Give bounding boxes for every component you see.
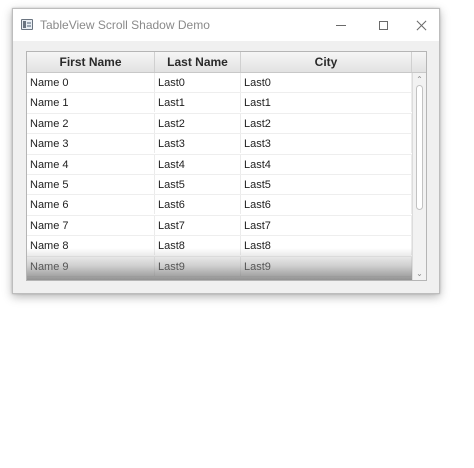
cell-last-name: Last8: [155, 236, 241, 256]
table-row[interactable]: Name 6 Last6 Last6: [27, 195, 412, 216]
table-row[interactable]: Name 2 Last2 Last2: [27, 113, 412, 135]
cell-city: Last6: [241, 195, 412, 215]
minimize-button[interactable]: [319, 9, 363, 41]
table-view[interactable]: First Name Last Name City Name 0 Last0 L…: [26, 51, 427, 281]
close-button[interactable]: [399, 9, 443, 41]
cell-city: Last1: [241, 93, 412, 113]
cell-first-name: Name 1: [27, 93, 155, 113]
cell-last-name: Last6: [155, 195, 241, 215]
cell-first-name: Name 4: [27, 154, 155, 174]
cell-first-name: Name 9: [27, 256, 155, 276]
cell-city: Last7: [241, 215, 412, 235]
cell-city: Last5: [241, 174, 412, 194]
table-row[interactable]: Name 8 Last8 Last8: [27, 236, 412, 257]
table-row[interactable]: Name 9 Last9 Last9: [27, 256, 412, 277]
cell-city: Last2: [241, 113, 412, 133]
table-row[interactable]: Name 1 Last1 Last1: [27, 93, 412, 114]
scroll-down-arrow-icon[interactable]: ⌄: [416, 270, 423, 278]
maximize-icon: [378, 20, 388, 30]
cell-first-name: Name 5: [27, 174, 155, 194]
cell-first-name: Name 7: [27, 215, 155, 235]
cell-first-name: Name 6: [27, 195, 155, 215]
table-row[interactable]: Name 0 Last0 Last0: [27, 73, 412, 94]
table-row[interactable]: Name 5 Last5 Last5: [27, 174, 412, 196]
scroll-up-arrow-icon[interactable]: ⌃: [416, 76, 423, 84]
cell-city: Last0: [241, 73, 412, 92]
cell-city: Last4: [241, 154, 412, 174]
cell-first-name: Name 3: [27, 134, 155, 154]
cell-last-name: Last2: [155, 113, 241, 133]
cell-last-name: Last7: [155, 215, 241, 235]
cell-city: Last8: [241, 236, 412, 256]
column-header-city[interactable]: City: [241, 52, 412, 72]
column-header-first-name[interactable]: First Name: [27, 52, 155, 72]
cell-last-name: Last5: [155, 174, 241, 194]
app-window: TableView Scroll Shadow Demo First Name …: [12, 8, 440, 294]
close-icon: [416, 20, 427, 31]
column-header-last-name[interactable]: Last Name: [155, 52, 241, 72]
table-row[interactable]: Name 4 Last4 Last4: [27, 154, 412, 175]
cell-last-name: Last0: [155, 73, 241, 92]
table-row[interactable]: Name 7 Last7 Last7: [27, 215, 412, 237]
cell-last-name: Last3: [155, 134, 241, 154]
cell-last-name: Last9: [155, 256, 241, 276]
window-title: TableView Scroll Shadow Demo: [40, 18, 210, 32]
scrollbar-thumb[interactable]: [416, 85, 423, 210]
cell-city: Last9: [241, 256, 412, 276]
cell-city: Last3: [241, 134, 412, 154]
table-row[interactable]: Name 3 Last3 Last3: [27, 134, 412, 155]
title-bar[interactable]: TableView Scroll Shadow Demo: [13, 9, 439, 41]
cell-first-name: Name 8: [27, 236, 155, 256]
cell-last-name: Last1: [155, 93, 241, 113]
minimize-icon: [336, 24, 346, 26]
table-header: First Name Last Name City: [27, 52, 426, 73]
app-window-icon: [21, 19, 33, 30]
table-body: Name 0 Last0 Last0 Name 1 Last1 Last1 Na…: [27, 73, 412, 277]
vertical-scrollbar[interactable]: ⌃ ⌄: [412, 73, 426, 280]
cell-first-name: Name 2: [27, 113, 155, 133]
cell-last-name: Last4: [155, 154, 241, 174]
cell-first-name: Name 0: [27, 73, 155, 92]
